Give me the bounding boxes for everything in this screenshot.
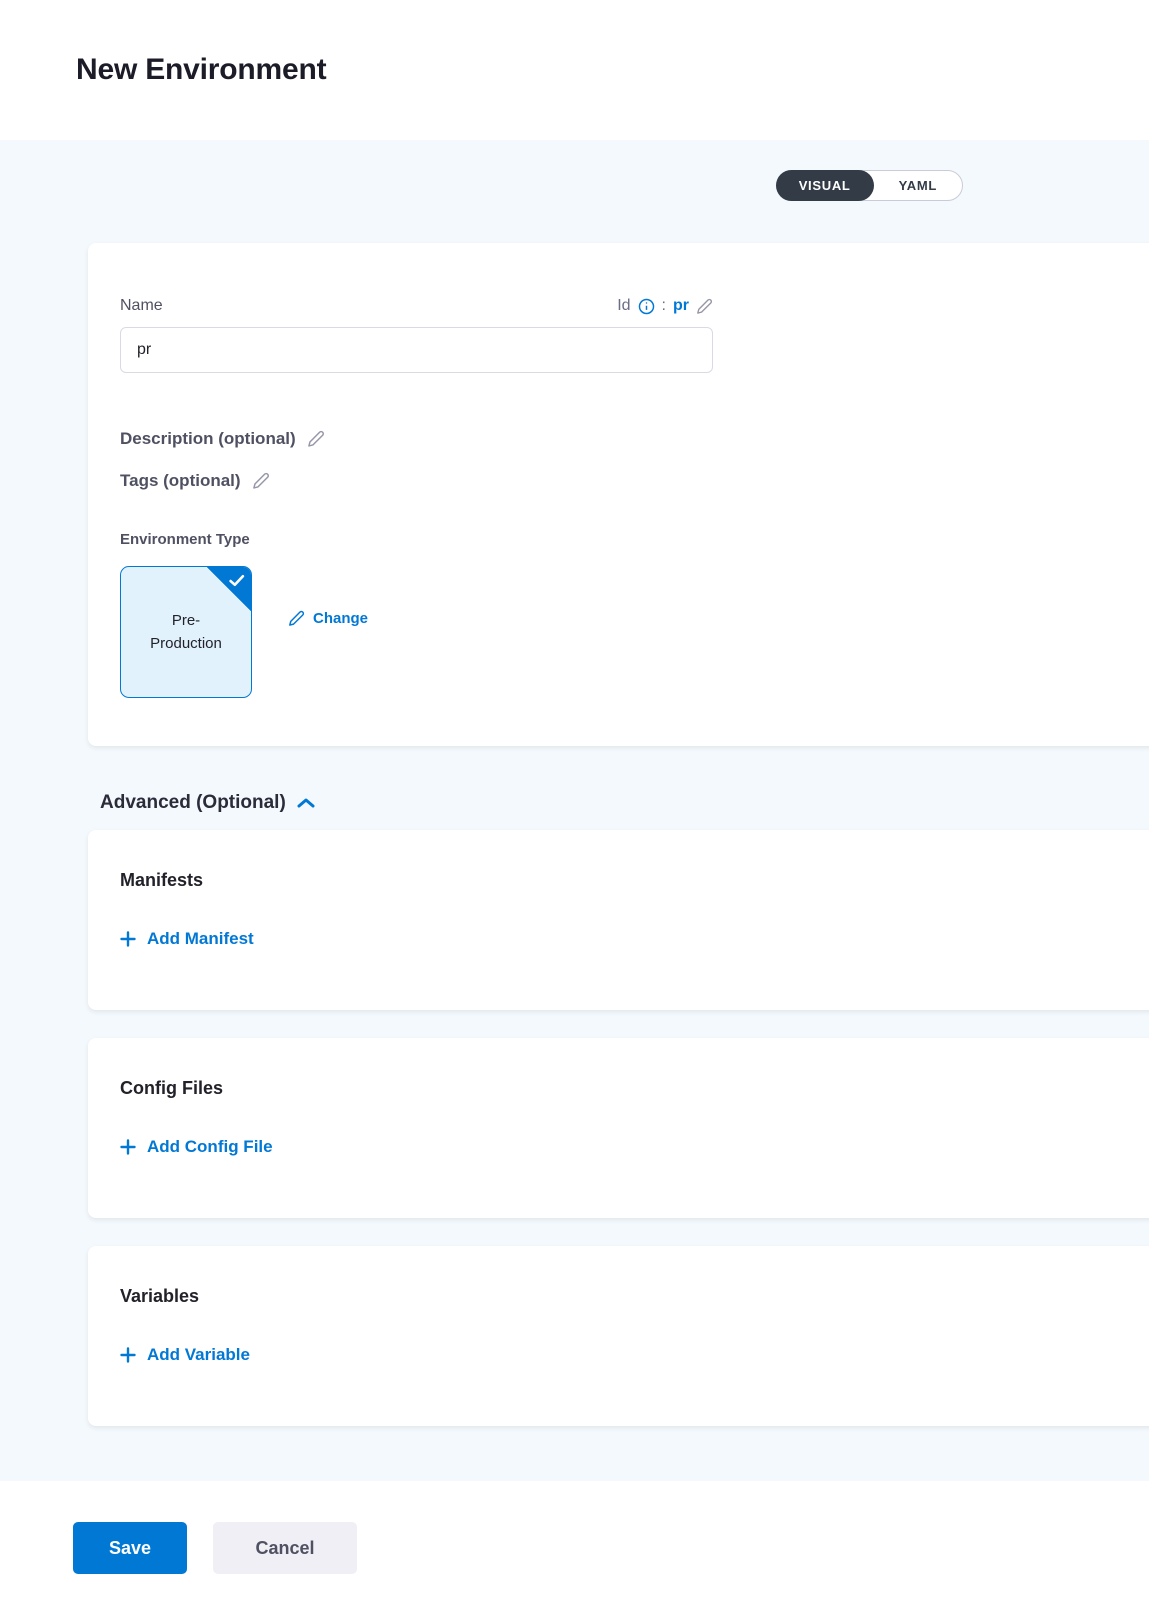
plus-icon [120, 1139, 136, 1155]
id-separator: : [662, 297, 666, 315]
add-manifest-label: Add Manifest [147, 929, 254, 949]
advanced-label: Advanced (Optional) [100, 792, 286, 814]
add-variable-label: Add Variable [147, 1345, 250, 1365]
view-mode-toggle-row: VISUAL YAML [0, 170, 1149, 201]
manifests-title: Manifests [120, 870, 1131, 891]
change-environment-type-link[interactable]: Change [288, 610, 368, 627]
description-row: Description (optional) [120, 429, 1131, 449]
plus-icon [120, 931, 136, 947]
id-label: Id [617, 297, 630, 315]
edit-change-icon [288, 610, 305, 627]
add-config-file-label: Add Config File [147, 1137, 273, 1157]
tags-label: Tags (optional) [120, 471, 241, 491]
cancel-button[interactable]: Cancel [213, 1522, 357, 1574]
toggle-yaml[interactable]: YAML [874, 170, 962, 201]
manifests-card: Manifests Add Manifest [88, 830, 1149, 1010]
name-input[interactable] [120, 327, 713, 373]
advanced-section-toggle[interactable]: Advanced (Optional) [100, 792, 1149, 814]
selected-corner-fold [206, 566, 252, 612]
config-files-title: Config Files [120, 1078, 1131, 1099]
form-panel: VISUAL YAML Name Id : pr [0, 140, 1149, 1481]
footer-actions: Save Cancel [0, 1481, 1149, 1574]
edit-id-icon[interactable] [696, 298, 713, 315]
id-row: Id : pr [617, 297, 713, 315]
toggle-visual[interactable]: VISUAL [776, 170, 874, 201]
environment-type-tile-label: Pre-Production [141, 609, 231, 656]
variables-title: Variables [120, 1286, 1131, 1307]
add-config-file-button[interactable]: Add Config File [120, 1137, 273, 1157]
variables-card: Variables Add Variable [88, 1246, 1149, 1426]
edit-description-icon[interactable] [307, 430, 325, 448]
change-label: Change [313, 610, 368, 627]
tags-row: Tags (optional) [120, 471, 1131, 491]
config-files-card: Config Files Add Config File [88, 1038, 1149, 1218]
check-icon [229, 574, 245, 587]
save-button[interactable]: Save [73, 1522, 187, 1574]
environment-details-card: Name Id : pr [88, 243, 1149, 746]
environment-type-row: Pre-Production Change [120, 566, 1131, 698]
environment-type-tile-preproduction[interactable]: Pre-Production [120, 566, 252, 698]
name-label: Name [120, 297, 163, 315]
info-icon[interactable] [638, 298, 655, 315]
add-manifest-button[interactable]: Add Manifest [120, 929, 254, 949]
environment-type-label: Environment Type [120, 531, 1131, 548]
page-header: New Environment [0, 0, 1149, 140]
plus-icon [120, 1347, 136, 1363]
add-variable-button[interactable]: Add Variable [120, 1345, 250, 1365]
name-id-row: Name Id : pr [120, 295, 713, 317]
id-value: pr [673, 297, 689, 315]
description-label: Description (optional) [120, 429, 296, 449]
chevron-up-icon [297, 797, 315, 809]
visual-yaml-toggle[interactable]: VISUAL YAML [776, 170, 963, 201]
page-title: New Environment [76, 53, 326, 87]
edit-tags-icon[interactable] [252, 472, 270, 490]
